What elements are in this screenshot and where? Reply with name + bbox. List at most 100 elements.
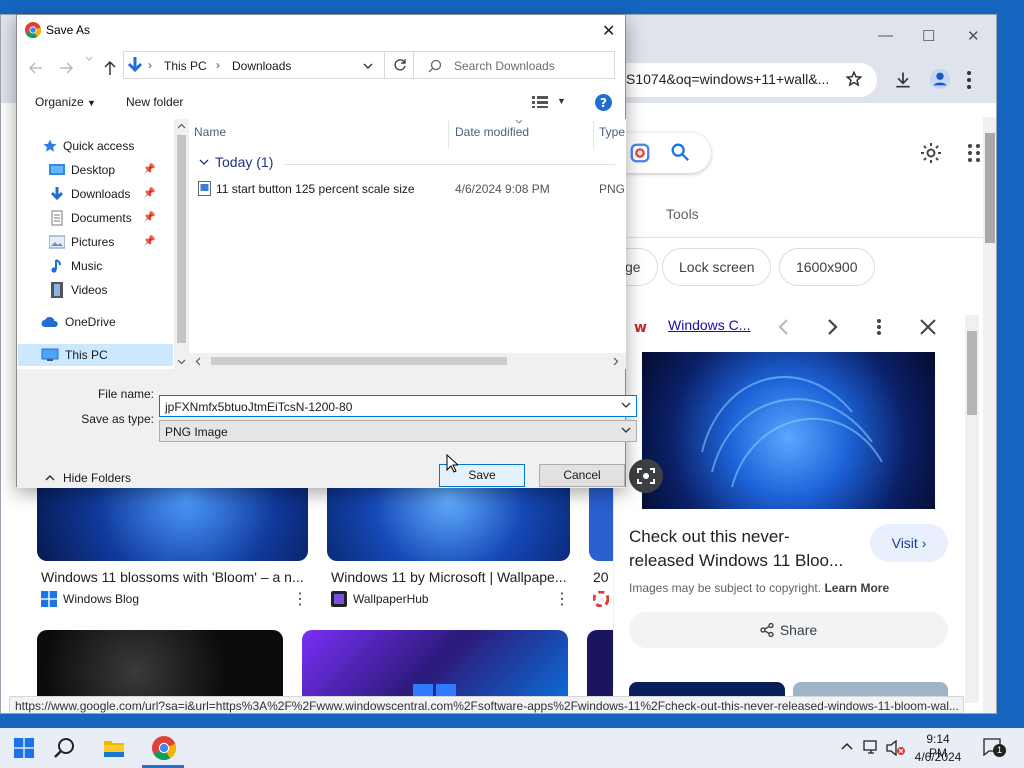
scroll-left-icon[interactable] bbox=[195, 357, 201, 366]
settings-gear-icon[interactable] bbox=[919, 141, 943, 165]
scroll-down-icon[interactable] bbox=[177, 359, 186, 365]
dialog-close-button[interactable]: ✕ bbox=[602, 21, 615, 41]
file-explorer-icon[interactable] bbox=[103, 738, 125, 758]
nav-label: Downloads bbox=[71, 187, 131, 201]
panel-scrollbar-thumb[interactable] bbox=[967, 331, 977, 415]
result-more-icon[interactable]: ⋮ bbox=[554, 589, 570, 609]
column-header-date-modified[interactable]: Date modified bbox=[455, 125, 529, 139]
column-separator[interactable] bbox=[448, 121, 449, 149]
cancel-button[interactable]: Cancel bbox=[539, 464, 625, 487]
address-breadcrumb[interactable]: › This PC › Downloads bbox=[123, 51, 385, 79]
search-icon[interactable] bbox=[669, 141, 691, 163]
result-title[interactable]: Windows 11 blossoms with 'Bloom' – a n..… bbox=[41, 569, 303, 585]
save-as-type-select[interactable]: PNG Image bbox=[159, 420, 637, 442]
next-arrow-icon[interactable] bbox=[825, 318, 839, 336]
svg-text:w: w bbox=[634, 320, 647, 336]
forward-arrow-icon[interactable] bbox=[59, 62, 73, 74]
up-arrow-icon[interactable] bbox=[103, 60, 117, 76]
google-apps-icon[interactable] bbox=[967, 143, 981, 163]
breadcrumb-this-pc[interactable]: This PC bbox=[164, 59, 207, 73]
preview-image[interactable] bbox=[642, 352, 935, 509]
minimize-button[interactable]: — bbox=[878, 27, 893, 44]
download-icon[interactable] bbox=[893, 70, 913, 90]
result-image[interactable] bbox=[587, 630, 613, 700]
result-title[interactable]: Windows 11 by Microsoft | Wallpape... bbox=[331, 569, 567, 585]
scroll-right-icon[interactable] bbox=[613, 357, 619, 366]
bookmark-star-icon[interactable] bbox=[845, 70, 863, 88]
filter-chip-lock-screen[interactable]: Lock screen bbox=[662, 248, 772, 286]
view-dropdown-icon[interactable]: ▼ bbox=[557, 96, 566, 106]
maximize-button[interactable]: ☐ bbox=[922, 27, 935, 45]
column-separator[interactable] bbox=[593, 121, 594, 149]
tools-tab[interactable]: Tools bbox=[666, 206, 699, 222]
visual-search-button[interactable] bbox=[629, 459, 663, 493]
search-downloads-input[interactable]: Search Downloads bbox=[413, 51, 615, 79]
nav-item-videos[interactable]: Videos bbox=[49, 279, 107, 301]
filter-chip-1600x900[interactable]: 1600x900 bbox=[779, 248, 875, 286]
previous-arrow-icon[interactable] bbox=[777, 318, 791, 336]
profile-avatar-icon[interactable] bbox=[929, 68, 951, 90]
file-name-field[interactable]: jpFXNmfx5btuoJtmEiTcsN-1200-80 bbox=[159, 395, 637, 417]
nav-item-downloads[interactable]: Downloads bbox=[49, 183, 130, 205]
nav-item-desktop[interactable]: Desktop bbox=[49, 159, 115, 181]
nav-item-music[interactable]: Music bbox=[49, 255, 102, 277]
result-source[interactable] bbox=[593, 591, 609, 607]
notification-center-button[interactable]: 1 bbox=[983, 738, 1006, 758]
result-more-icon[interactable]: ⋮ bbox=[292, 589, 308, 609]
refresh-icon bbox=[393, 59, 406, 71]
breadcrumb-chevron-icon[interactable]: › bbox=[216, 58, 220, 72]
hscroll-thumb[interactable] bbox=[211, 357, 507, 365]
panel-source-link[interactable]: Windows C... bbox=[668, 317, 750, 333]
learn-more-link[interactable]: Learn More bbox=[824, 581, 889, 595]
new-folder-button[interactable]: New folder bbox=[126, 95, 183, 109]
file-name-dropdown-icon[interactable] bbox=[620, 399, 632, 411]
search-icon[interactable] bbox=[53, 737, 75, 759]
result-image[interactable] bbox=[37, 630, 283, 700]
network-icon[interactable] bbox=[863, 740, 881, 754]
dialog-title-bar[interactable]: Save As ✕ bbox=[17, 15, 625, 45]
taskbar-clock-date[interactable]: 4/6/2024 bbox=[912, 750, 964, 764]
show-hidden-icons-chevron-icon[interactable] bbox=[841, 742, 853, 750]
column-header-name[interactable]: Name bbox=[194, 125, 226, 139]
nav-item-quick-access[interactable]: Quick access bbox=[43, 135, 134, 157]
breadcrumb-downloads[interactable]: Downloads bbox=[232, 59, 291, 73]
nav-item-documents[interactable]: Documents bbox=[49, 207, 132, 229]
result-source[interactable]: Windows Blog bbox=[41, 591, 139, 607]
nav-pane-scrollbar[interactable] bbox=[174, 119, 189, 369]
save-as-type-value: PNG Image bbox=[165, 425, 228, 439]
close-window-button[interactable]: ✕ bbox=[967, 27, 980, 45]
nav-item-this-pc[interactable]: This PC bbox=[41, 344, 108, 366]
start-button-icon[interactable] bbox=[14, 738, 34, 758]
file-row[interactable]: 11 start button 125 percent scale size 4… bbox=[195, 179, 625, 199]
close-panel-icon[interactable] bbox=[919, 318, 937, 336]
result-source[interactable]: WallpaperHub bbox=[331, 591, 429, 607]
sort-indicator-icon bbox=[515, 119, 523, 124]
hide-folders-button[interactable]: Hide Folders bbox=[45, 471, 131, 485]
column-header-type[interactable]: Type bbox=[599, 125, 625, 139]
breadcrumb-chevron-icon[interactable]: › bbox=[148, 58, 152, 72]
help-icon[interactable]: ? bbox=[595, 94, 612, 111]
nav-scroll-thumb[interactable] bbox=[177, 135, 186, 343]
google-lens-icon[interactable] bbox=[629, 142, 651, 164]
result-title[interactable]: 20 bbox=[593, 569, 613, 585]
nav-item-onedrive[interactable]: OneDrive bbox=[41, 311, 116, 333]
share-button[interactable]: Share bbox=[629, 612, 948, 648]
result-image[interactable] bbox=[302, 630, 568, 700]
panel-image-title[interactable]: Check out this never-released Windows 11… bbox=[629, 525, 854, 573]
file-group-header[interactable]: Today (1) bbox=[199, 154, 273, 170]
scroll-up-icon[interactable] bbox=[177, 123, 186, 129]
organize-menu-button[interactable]: Organize ▼ bbox=[35, 95, 96, 109]
address-dropdown-icon[interactable] bbox=[362, 61, 374, 71]
visit-button[interactable]: Visit › bbox=[870, 524, 948, 562]
volume-muted-icon[interactable] bbox=[886, 740, 906, 756]
panel-more-icon[interactable] bbox=[876, 318, 882, 336]
chrome-taskbar-icon[interactable] bbox=[152, 736, 176, 760]
back-arrow-icon[interactable] bbox=[29, 62, 43, 74]
refresh-button[interactable] bbox=[384, 51, 415, 79]
nav-item-pictures[interactable]: Pictures bbox=[49, 231, 114, 253]
page-scrollbar-thumb[interactable] bbox=[985, 133, 995, 243]
chrome-menu-icon[interactable] bbox=[966, 70, 972, 90]
copyright-text: Images may be subject to copyright. bbox=[629, 581, 822, 595]
recent-locations-chevron-icon[interactable] bbox=[84, 54, 94, 64]
view-options-icon[interactable] bbox=[532, 96, 548, 108]
